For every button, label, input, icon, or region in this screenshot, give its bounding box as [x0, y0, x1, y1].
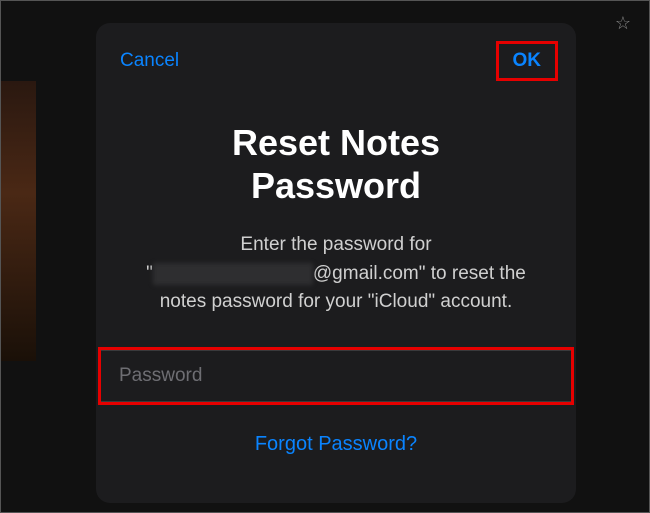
forgot-password-link[interactable]: Forgot Password? [255, 433, 417, 456]
favorite-star-icon: ☆ [615, 13, 631, 34]
ok-button[interactable]: OK [505, 46, 550, 76]
email-domain: @gmail.com" [313, 263, 426, 284]
password-field-highlight-annotation [98, 347, 574, 405]
dialog-description: Enter the password for "@gmail.com" to r… [96, 231, 576, 317]
title-line-1: Reset Notes [232, 122, 440, 163]
redacted-email-prefix [153, 263, 313, 285]
password-input[interactable] [101, 350, 571, 402]
background-image-strip [1, 81, 36, 361]
reset-password-dialog: Cancel OK Reset Notes Password Enter the… [96, 23, 576, 503]
dialog-header: Cancel OK [96, 23, 576, 91]
dialog-title: Reset Notes Password [96, 121, 576, 207]
description-prefix: Enter the password for [240, 234, 431, 255]
cancel-button[interactable]: Cancel [120, 50, 179, 72]
ok-highlight-annotation: OK [496, 41, 559, 81]
title-line-2: Password [251, 165, 421, 206]
